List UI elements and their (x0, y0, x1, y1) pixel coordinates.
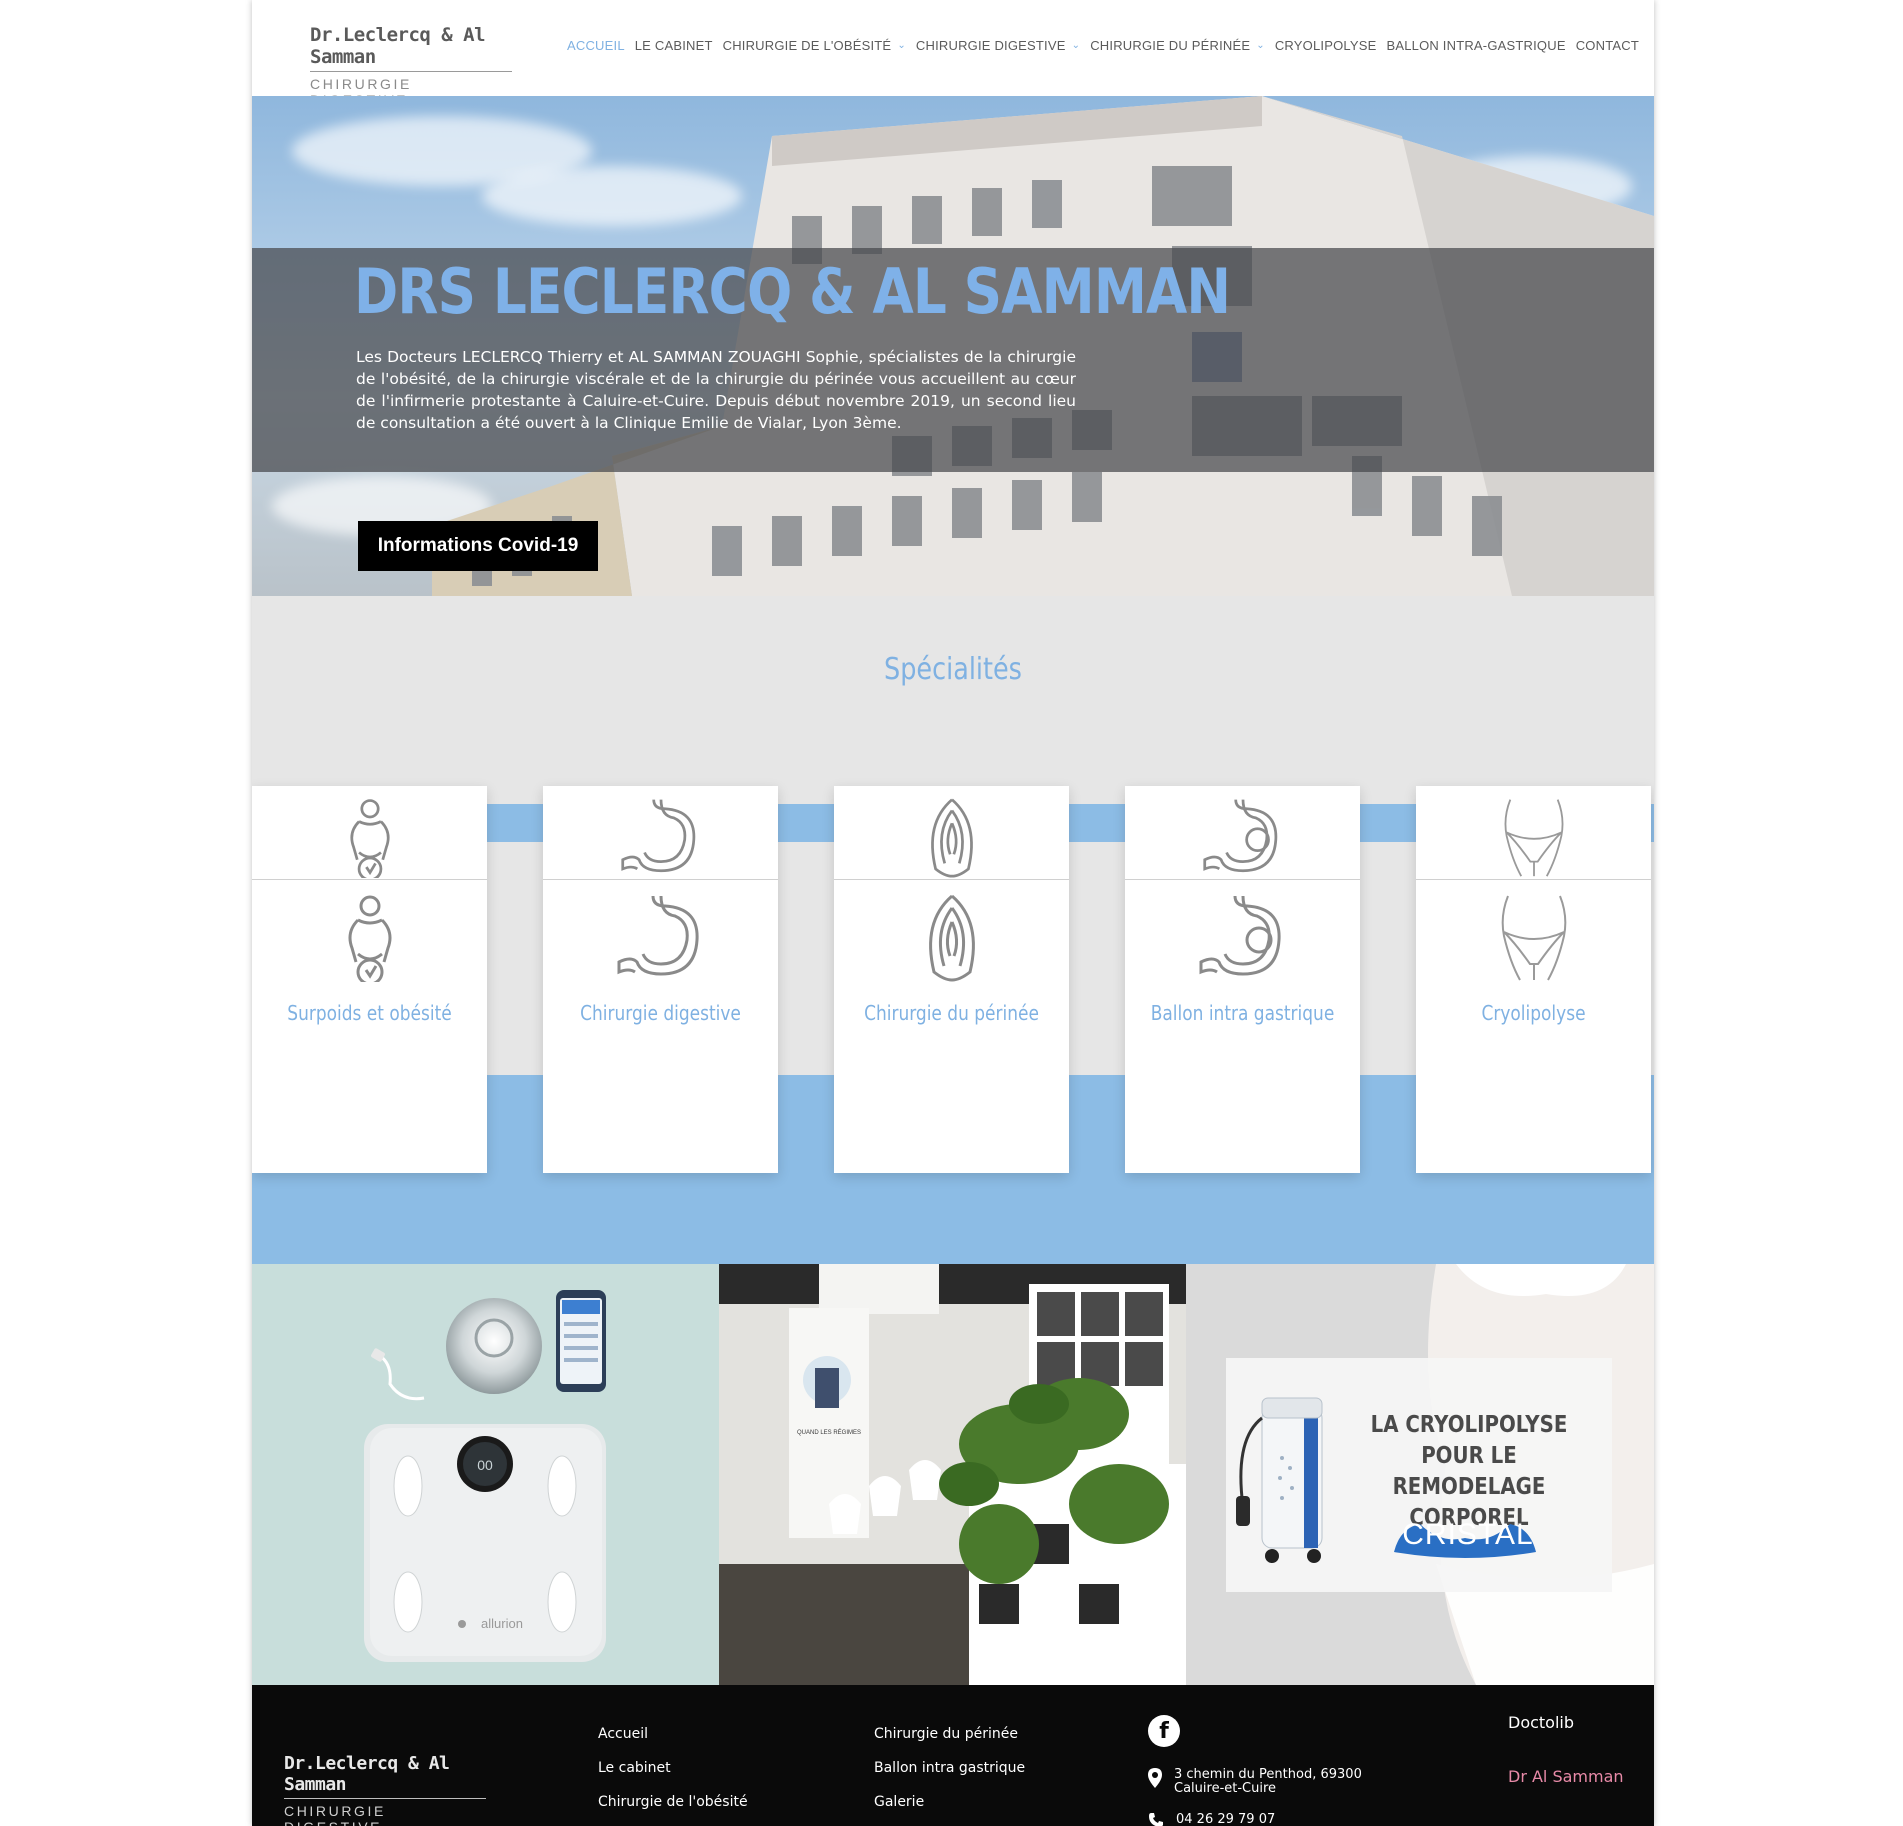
footer-link-accueil[interactable]: Accueil (598, 1724, 748, 1758)
footer-link-perinee[interactable]: Chirurgie du périnée (874, 1724, 1025, 1758)
covid-info-button[interactable]: Informations Covid-19 (358, 521, 598, 571)
nav-label: CHIRURGIE DIGESTIVE (915, 38, 1066, 53)
card-divider (1125, 879, 1360, 880)
allurion-products-image[interactable]: 00 allurion (252, 1264, 719, 1685)
chevron-down-icon: ⌄ (1071, 40, 1081, 51)
chevron-down-icon: ⌄ (1256, 40, 1265, 51)
cryolipolyse-title-line: LA CRYOLIPOLYSE (1370, 1412, 1568, 1438)
cristal-brand-text: CRISTAL (1402, 1518, 1534, 1551)
scale-person-icon (350, 799, 390, 878)
scale-person-icon (348, 895, 392, 982)
nav-label: CHIRURGIE DE L'OBÉSITÉ (722, 38, 892, 53)
body-contour-icon (1501, 895, 1567, 981)
specialty-label: Chirurgie digestive (580, 1001, 741, 1025)
poster-text: QUAND LES RÉGIMES (797, 1429, 861, 1436)
stomach-balloon-icon (1199, 895, 1281, 976)
cryolipolyse-title-line: POUR LE REMODELAGE (1392, 1443, 1546, 1500)
site-footer: Dr.Leclercq & Al Samman CHIRURGIE DIGEST… (252, 1685, 1654, 1826)
nav-item-ballon[interactable]: BALLON INTRA-GASTRIQUE (1386, 38, 1565, 53)
stomach-icon (617, 895, 699, 976)
specialty-card-obesite[interactable]: Surpoids et obésité (252, 786, 487, 1173)
specialites-section: Spécialités Surpoids et obésité Chirurgi… (252, 596, 1654, 1264)
nav-item-accueil[interactable]: ACCUEIL (567, 38, 625, 53)
cryolipolyse-title: LA CRYOLIPOLYSE POUR LE REMODELAGE CORPO… (1356, 1410, 1581, 1534)
address-text: 3 chemin du Penthod, 69300 Caluire-et-Cu… (1174, 1767, 1362, 1796)
nav-label: CONTACT (1575, 38, 1639, 53)
scale-display-text: 00 (477, 1457, 493, 1473)
nav-label: LE CABINET (634, 38, 713, 53)
phone-icon (1149, 1813, 1163, 1826)
nav-item-cryolipolyse[interactable]: CRYOLIPOLYSE (1275, 38, 1377, 53)
site-header: Dr.Leclercq & Al Samman CHIRURGIE DIGEST… (252, 0, 1654, 108)
card-divider (834, 879, 1069, 880)
waiting-room-illustration: QUAND LES RÉGIMES (719, 1264, 1186, 1685)
logo-name: Dr.Leclercq & Al Samman (310, 24, 512, 72)
doctolib-link[interactable]: Dr Al Samman (1508, 1767, 1624, 1786)
footer-link-galerie[interactable]: Galerie (874, 1792, 1025, 1826)
specialty-card-cryolipolyse[interactable]: Cryolipolyse (1416, 786, 1651, 1173)
main-nav: ACCUEIL LE CABINET CHIRURGIE DE L'OBÉSIT… (567, 38, 1649, 53)
footer-links-col1: Accueil Le cabinet Chirurgie de l'obésit… (598, 1724, 748, 1826)
perineum-icon (931, 798, 973, 878)
logo-tagline: CHIRURGIE DIGESTIVE (284, 1803, 386, 1826)
nav-item-obesite[interactable]: CHIRURGIE DE L'OBÉSITÉ ⌄ (723, 38, 906, 53)
footer-phone[interactable]: 04 26 29 79 07 (1148, 1812, 1275, 1826)
logo-name: Dr.Leclercq & Al Samman (284, 1753, 486, 1799)
specialty-label: Ballon intra gastrique (1150, 1001, 1335, 1025)
stomach-icon (621, 799, 696, 873)
waiting-room-image[interactable]: QUAND LES RÉGIMES (719, 1264, 1186, 1685)
card-divider (1416, 879, 1651, 880)
specialty-label: Chirurgie du périnée (864, 1001, 1039, 1025)
hero-section: DRS LECLERCQ & AL SAMMAN Les Docteurs LE… (252, 96, 1654, 596)
footer-link-obesite[interactable]: Chirurgie de l'obésité (598, 1792, 748, 1826)
nav-item-digestive[interactable]: CHIRURGIE DIGESTIVE ⌄ (916, 38, 1080, 53)
nav-item-perinee[interactable]: CHIRURGIE DU PÉRINÉE ⌄ (1090, 38, 1265, 53)
specialty-label: Surpoids et obésité (287, 1001, 452, 1025)
page-frame: Dr.Leclercq & Al Samman CHIRURGIE DIGEST… (252, 0, 1654, 1826)
hero-title: DRS LECLERCQ & AL SAMMAN (354, 255, 1231, 328)
section-title: Spécialités (884, 652, 1022, 687)
location-pin-icon (1148, 1768, 1162, 1788)
cryolipolyse-machine-icon (1236, 1397, 1323, 1563)
specialty-card-ballon[interactable]: Ballon intra gastrique (1125, 786, 1360, 1173)
nav-item-cabinet[interactable]: LE CABINET (635, 38, 713, 53)
cryolipolyse-banner: LA CRYOLIPOLYSE POUR LE REMODELAGE CORPO… (1226, 1358, 1612, 1592)
stomach-balloon-icon (1203, 799, 1278, 873)
cryolipolyse-promo-image[interactable]: LA CRYOLIPOLYSE POUR LE REMODELAGE CORPO… (1186, 1264, 1654, 1685)
specialty-card-digestive[interactable]: Chirurgie digestive (543, 786, 778, 1173)
nav-label: CHIRURGIE DU PÉRINÉE (1090, 38, 1251, 53)
nav-item-contact[interactable]: CONTACT (1576, 38, 1639, 53)
footer-logo[interactable]: Dr.Leclercq & Al Samman CHIRURGIE DIGEST… (284, 1753, 486, 1826)
card-divider (543, 879, 778, 880)
footer-links-col2: Chirurgie du périnée Ballon intra gastri… (874, 1724, 1025, 1826)
doctolib-label: Doctolib (1508, 1713, 1575, 1732)
specialty-card-perinee[interactable]: Chirurgie du périnée (834, 786, 1069, 1173)
allurion-brand-text: allurion (481, 1616, 523, 1631)
body-contour-icon (1504, 799, 1564, 877)
nav-label: CRYOLIPOLYSE (1274, 38, 1377, 53)
phone-text: 04 26 29 79 07 (1176, 1812, 1276, 1826)
allurion-scale-illustration: 00 allurion (364, 1290, 606, 1662)
facebook-icon[interactable]: f (1148, 1715, 1180, 1747)
hero-description: Les Docteurs LECLERCQ Thierry et AL SAMM… (356, 348, 1076, 432)
footer-link-cabinet[interactable]: Le cabinet (598, 1758, 748, 1792)
footer-address: 3 chemin du Penthod, 69300 Caluire-et-Cu… (1148, 1768, 1374, 1796)
footer-link-ballon[interactable]: Ballon intra gastrique (874, 1758, 1025, 1792)
nav-label: BALLON INTRA-GASTRIQUE (1386, 38, 1566, 53)
perineum-icon (929, 894, 975, 982)
specialty-label: Cryolipolyse (1481, 1001, 1586, 1025)
chevron-down-icon: ⌄ (897, 40, 906, 51)
photo-gallery: 00 allurion QUAND LES RÉGIMES LA CRYOLIP… (252, 1264, 1654, 1685)
card-divider (252, 879, 487, 880)
nav-label: ACCUEIL (567, 38, 625, 53)
